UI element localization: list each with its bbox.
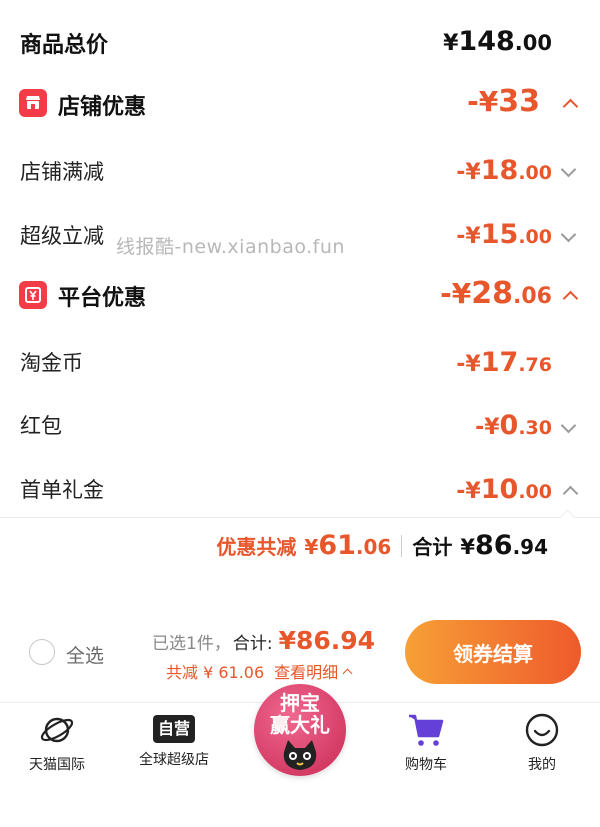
amount-prefix: -¥ [467, 85, 499, 118]
chevron-down-icon[interactable] [560, 417, 577, 434]
red-packet-label: 红包 [20, 414, 62, 438]
nav-global-super-store[interactable]: 自营 全球超级店 [130, 712, 218, 769]
currency-symbol: ¥ [443, 31, 459, 56]
grand-total-label: 合计 [412, 535, 453, 559]
store-full-reduction-amount: -¥18.00 [456, 155, 552, 186]
taojinbi-label: 淘金币 [20, 351, 83, 375]
amount-prefix: -¥ [456, 352, 481, 377]
nav-me[interactable]: 我的 [500, 712, 584, 774]
chevron-down-icon[interactable] [560, 161, 577, 178]
promo-text-line1: 押宝 [280, 691, 320, 715]
view-detail-link[interactable]: 查看明细 [274, 659, 338, 683]
section-divider [0, 517, 600, 518]
total-discount-integer: 61 [318, 530, 356, 561]
amount-decimal: .00 [518, 481, 552, 503]
chevron-down-icon[interactable] [560, 226, 577, 243]
amount-decimal: .00 [518, 162, 552, 184]
nav-cart[interactable]: 购物车 [384, 712, 468, 774]
currency-symbol: ¥ [460, 535, 475, 559]
vertical-separator [401, 534, 403, 557]
store-discount-amount[interactable]: -¥33 [467, 84, 540, 119]
super-instant-discount-amount: -¥15.00 [456, 219, 552, 250]
amount-decimal: .00 [518, 226, 552, 248]
nav-label: 我的 [528, 757, 556, 773]
totals-line: 优惠共减 ¥61.06 合计 ¥86.94 [216, 530, 548, 561]
popover-pointer [559, 509, 576, 526]
amount-decimal: .76 [518, 354, 552, 376]
grand-total-integer: 86 [474, 530, 513, 561]
platform-coupon-icon [19, 281, 47, 309]
taojinbi-amount: -¥17.76 [456, 347, 552, 378]
price-integer: 148 [458, 26, 515, 57]
super-instant-discount-label: 超级立减 [20, 224, 104, 248]
total-discount-decimal: .06 [355, 535, 392, 559]
store-full-reduction-label: 店铺满减 [20, 160, 104, 184]
cart-icon [409, 714, 444, 746]
currency-symbol: ¥ [304, 535, 319, 559]
amount-integer: 33 [498, 84, 540, 119]
checkout-button[interactable]: 领券结算 [405, 620, 581, 684]
price-decimal: .00 [514, 31, 552, 55]
chevron-up-icon[interactable] [562, 290, 579, 307]
planet-icon [40, 717, 74, 743]
smiley-icon [525, 713, 559, 747]
cat-mascot-icon [283, 740, 317, 770]
amount-decimal: .06 [513, 284, 552, 309]
saved-summary: 共减 ¥ 61.06 查看明细 [166, 659, 353, 683]
promo-bubble[interactable]: 押宝 赢大礼 [254, 684, 346, 776]
amount-integer: 0 [499, 410, 519, 441]
amount-prefix: -¥ [456, 479, 481, 504]
amount-integer: 28 [471, 276, 514, 311]
amount-prefix: -¥ [456, 160, 481, 185]
amount-integer: 18 [480, 155, 519, 186]
nav-label: 购物车 [405, 757, 447, 773]
amount-prefix: -¥ [475, 415, 500, 440]
nav-label: 全球超级店 [139, 752, 209, 768]
first-order-gift-amount: -¥10.00 [456, 474, 552, 505]
select-all-label[interactable]: 全选 [66, 641, 104, 668]
total-price-label: 商品总价 [20, 33, 109, 58]
promo-text-line2: 赢大礼 [270, 713, 330, 737]
selected-count: 已选1件， [152, 634, 231, 654]
nav-tmall-global[interactable]: 天猫国际 [14, 712, 100, 774]
amount-integer: 17 [480, 347, 519, 378]
red-packet-amount: -¥0.30 [475, 410, 552, 441]
first-order-gift-label: 首单礼金 [20, 478, 104, 502]
ziying-badge-icon: 自营 [152, 715, 195, 743]
amount-integer: 15 [480, 219, 519, 250]
total-price-value: ¥148.00 [443, 26, 552, 57]
amount-prefix: -¥ [456, 224, 481, 249]
chevron-up-icon[interactable] [562, 485, 579, 502]
platform-discount-amount[interactable]: -¥28.06 [440, 276, 552, 311]
amount-decimal: .30 [518, 417, 552, 439]
watermark-text: 线报酷-new.xianbao.fun [116, 236, 345, 258]
store-coupon-icon [19, 89, 47, 117]
chevron-up-icon[interactable] [562, 98, 579, 115]
saved-amount-text: 共减 ¥ 61.06 [166, 663, 265, 682]
store-discount-title: 店铺优惠 [58, 95, 147, 120]
selection-summary: 已选1件， 合计: ¥86.94 [152, 626, 375, 655]
chevron-up-icon[interactable] [342, 668, 353, 678]
checkout-sum-value: ¥86.94 [278, 626, 376, 655]
grand-total-decimal: .94 [512, 535, 548, 559]
platform-discount-title: 平台优惠 [58, 286, 147, 311]
total-discount-label: 优惠共减 [216, 535, 297, 559]
amount-prefix: -¥ [440, 277, 472, 310]
amount-integer: 10 [480, 474, 519, 505]
nav-label: 天猫国际 [29, 757, 85, 773]
checkout-sum-label: 合计: [232, 634, 273, 654]
select-all-checkbox[interactable] [29, 639, 55, 665]
